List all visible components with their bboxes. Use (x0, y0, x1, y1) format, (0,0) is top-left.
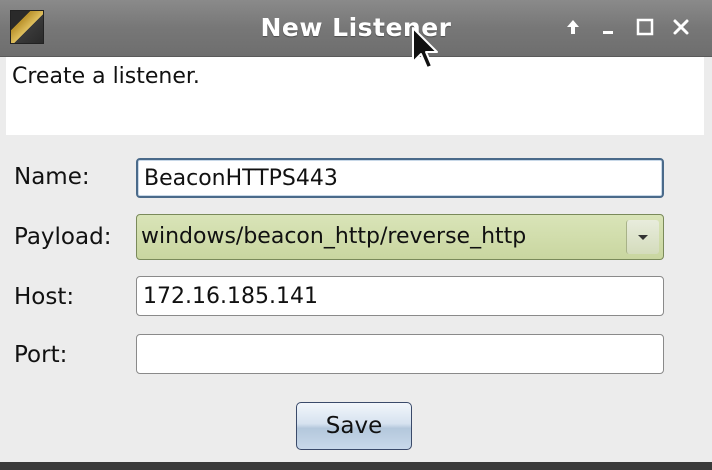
payload-label: Payload: (14, 224, 112, 250)
minimize-button[interactable] (596, 14, 622, 40)
description-text: Create a listener. (12, 64, 200, 89)
close-button[interactable] (668, 14, 694, 40)
payload-dropdown-button[interactable] (626, 220, 659, 254)
port-label: Port: (14, 342, 68, 368)
minimize-icon (603, 31, 613, 34)
payload-select[interactable]: windows/beacon_http/reverse_http (136, 214, 664, 260)
host-field[interactable] (136, 276, 664, 316)
shade-window-button[interactable] (560, 14, 586, 40)
maximize-button[interactable] (632, 14, 658, 40)
chevron-down-icon (638, 235, 648, 240)
host-label: Host: (14, 284, 75, 310)
name-label: Name: (14, 164, 90, 190)
arrow-up-icon (567, 20, 579, 34)
title-bar[interactable]: New Listener (0, 0, 712, 57)
port-field[interactable] (136, 334, 664, 374)
payload-selected-value: windows/beacon_http/reverse_http (141, 224, 527, 249)
close-icon (673, 19, 689, 35)
mouse-pointer-icon (412, 27, 438, 69)
save-button[interactable]: Save (296, 402, 412, 450)
name-field[interactable] (136, 158, 664, 198)
dialog-window: New Listener Create a listener. Name: Pa… (0, 0, 712, 470)
maximize-icon (636, 18, 654, 36)
